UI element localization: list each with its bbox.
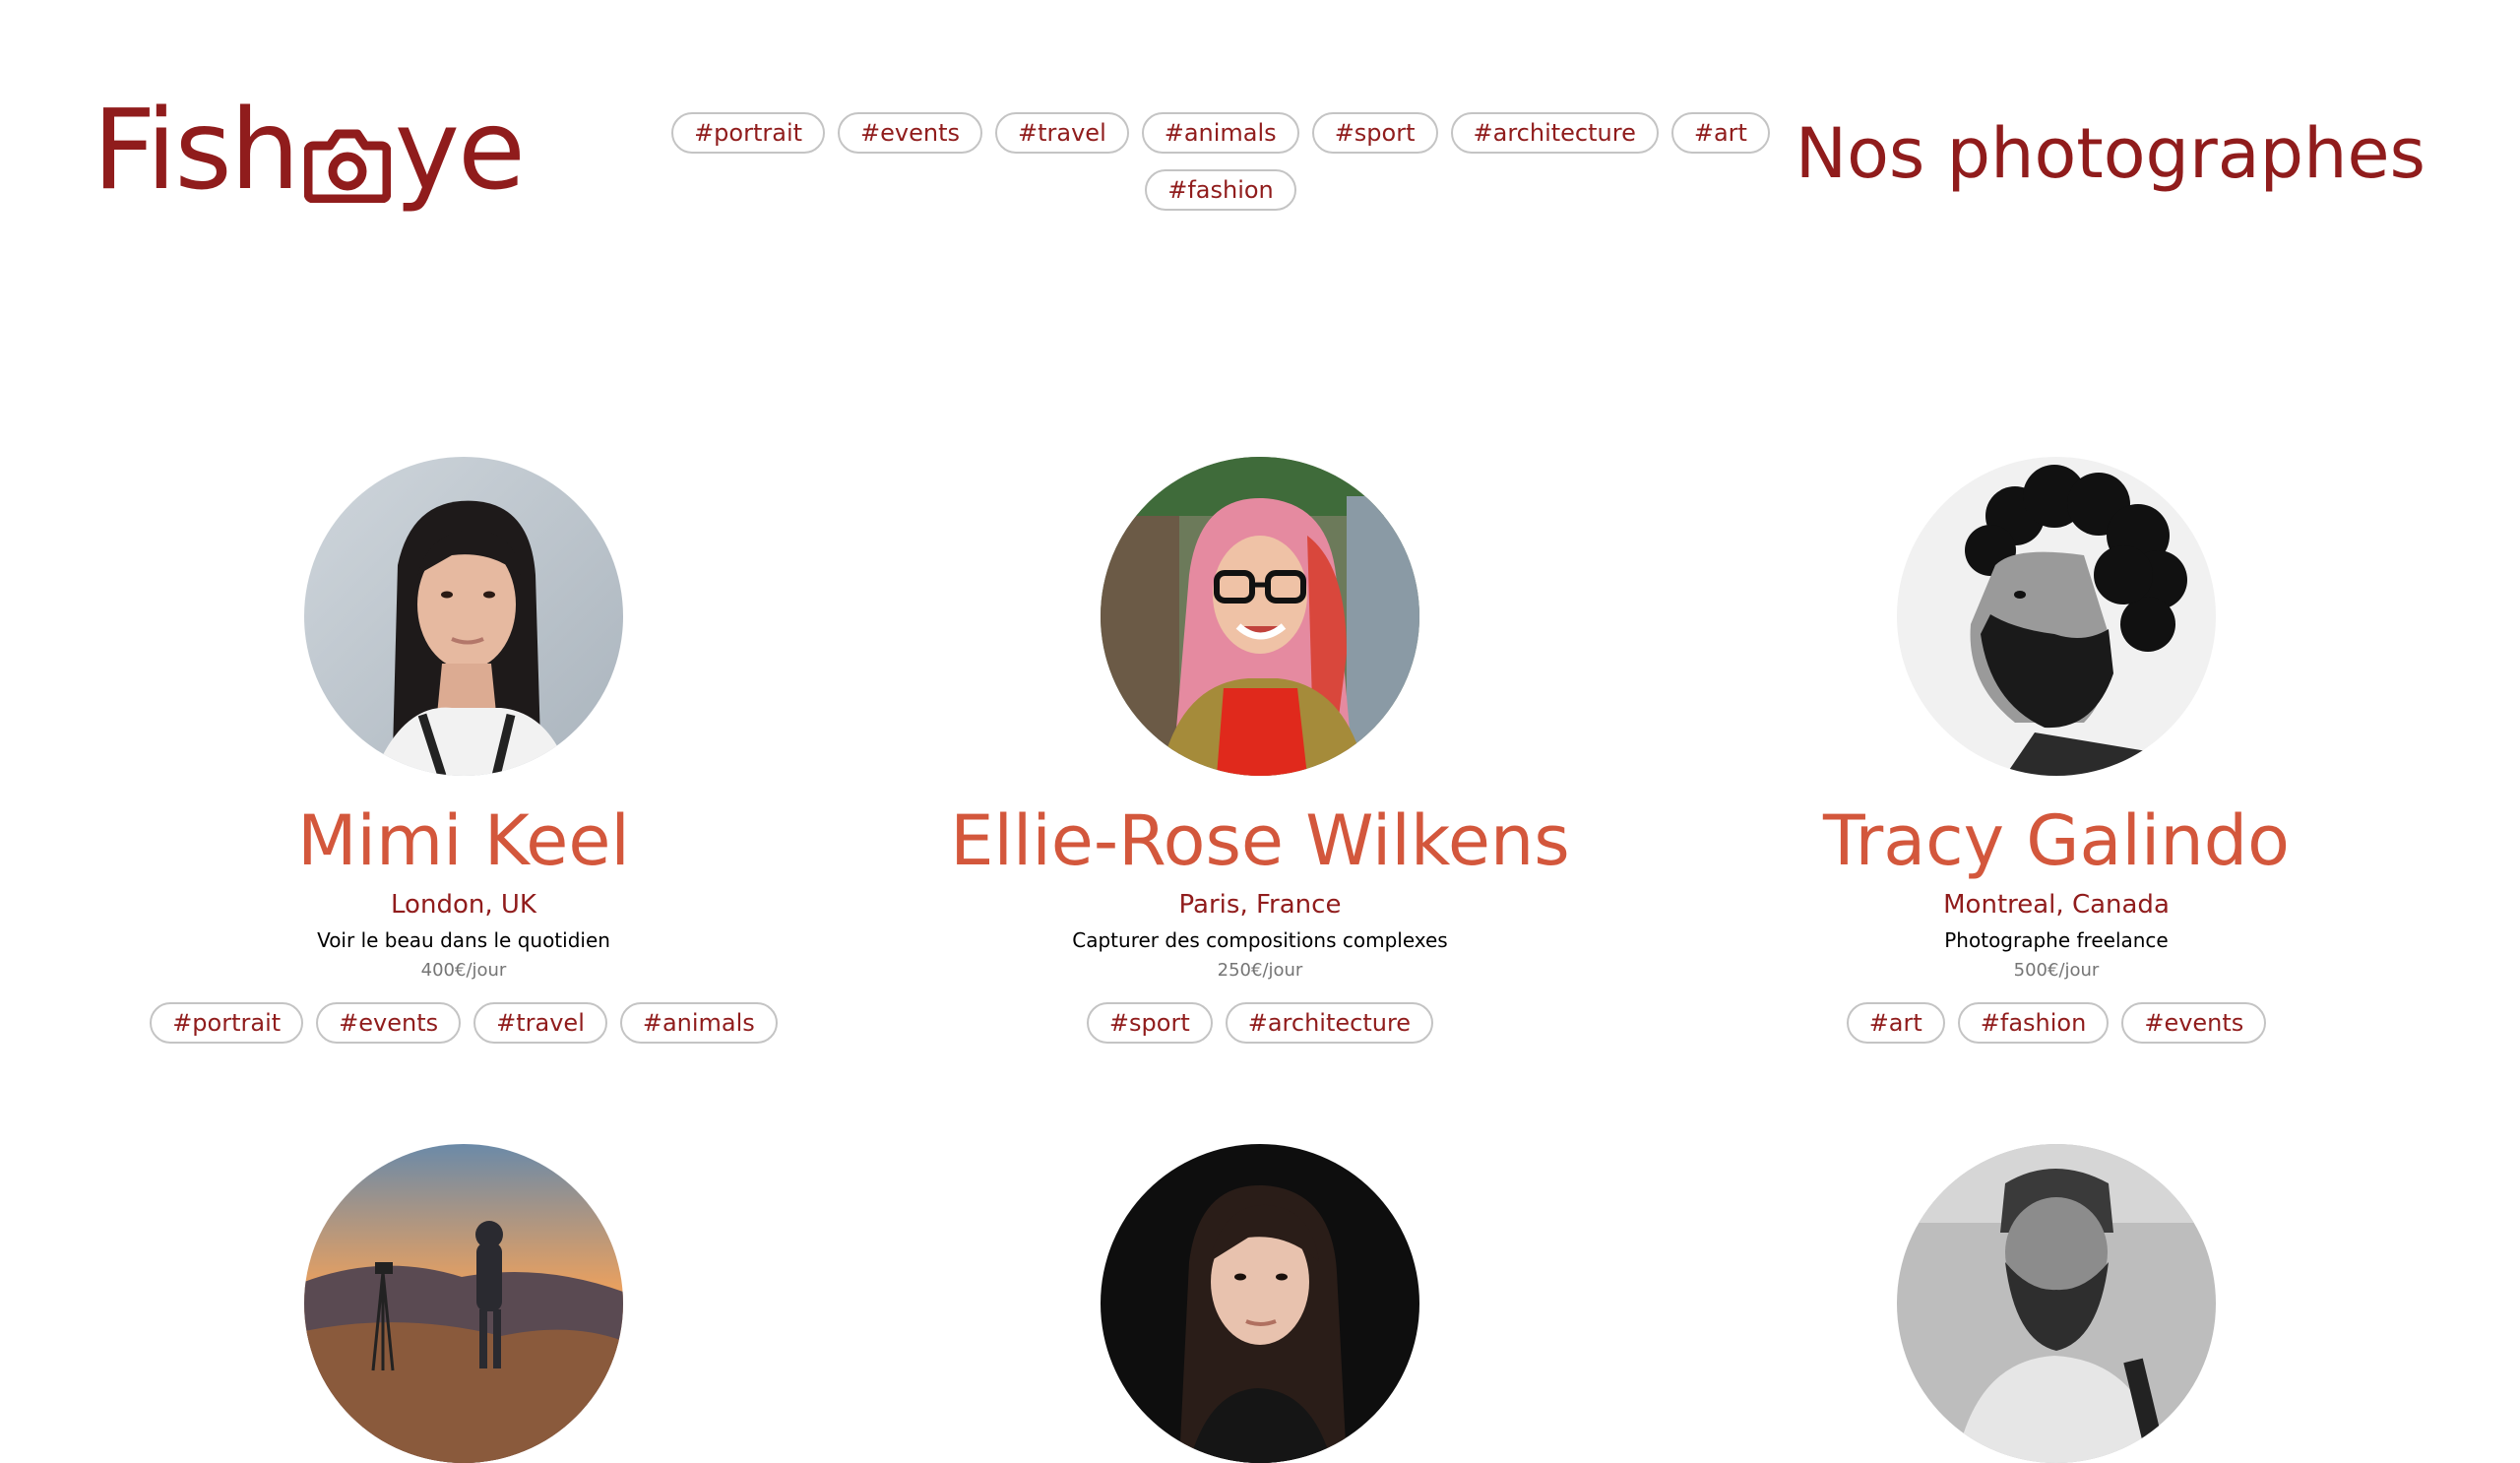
card-tag-events[interactable]: #events [2121,1002,2267,1045]
photographer-card: Ellie-Rose Wilkens Paris, France Capture… [856,457,1664,1045]
nav-tag-animals[interactable]: #animals [1141,112,1299,154]
photographer-portrait-mimi-keel[interactable] [304,457,623,776]
portrait-woman-dark-background-icon [1101,1144,1419,1463]
camera-icon [303,110,392,204]
portrait-woman-pink-hair-glasses-icon [1101,457,1419,776]
photographer-card [1653,1144,2460,1463]
photographer-tags: #art #fashion #events [1846,1002,2267,1045]
tag-filter-nav: #portrait #events #travel #animals #spor… [650,112,1792,211]
photographer-portrait-ellie-rose-wilkens[interactable] [1101,457,1419,776]
nav-tag-fashion[interactable]: #fashion [1145,169,1296,211]
photographer-location: Montreal, Canada [1943,889,2170,920]
nav-tag-travel[interactable]: #travel [995,112,1129,154]
photographer-price: 400€/jour [420,959,507,981]
photographer-portrait-4[interactable] [304,1144,623,1463]
portrait-man-curly-beard-icon [1897,457,2216,776]
photographer-card: Tracy Galindo Montreal, Canada Photograp… [1653,457,2460,1045]
photographer-name[interactable]: Tracy Galindo [1823,804,2290,878]
photographer-tagline: Photographe freelance [1944,927,2169,952]
nav-tag-portrait[interactable]: #portrait [671,112,826,154]
page-title: Nos photographes [1795,113,2426,194]
logo-text-suffix: ye [394,87,526,215]
nav-tag-architecture[interactable]: #architecture [1450,112,1659,154]
nav-tag-sport[interactable]: #sport [1311,112,1438,154]
card-tag-sport[interactable]: #sport [1086,1002,1213,1045]
photographer-price: 250€/jour [1217,959,1303,981]
photographer-tags: #portrait #events #travel #animals [150,1002,778,1045]
photographer-card [60,1144,867,1463]
photographer-location: Paris, France [1178,889,1342,920]
site-header: Fish ye #portrait #events #travel #anima… [0,0,2520,256]
photographer-card [856,1144,1664,1463]
photographer-portrait-tracy-galindo[interactable] [1897,457,2216,776]
card-tag-portrait[interactable]: #portrait [150,1002,304,1045]
nav-tag-art[interactable]: #art [1670,112,1770,154]
card-tag-art[interactable]: #art [1846,1002,1945,1045]
photographer-tagline: Capturer des compositions complexes [1072,927,1448,952]
logo-text-prefix: Fish [93,87,300,215]
portrait-landscape-sunset-photographer-icon [304,1144,623,1463]
card-tag-architecture[interactable]: #architecture [1225,1002,1434,1045]
photographer-portrait-5[interactable] [1101,1144,1419,1463]
photographer-tagline: Voir le beau dans le quotidien [317,927,610,952]
photographer-tags: #sport #architecture [1086,1002,1434,1045]
card-tag-travel[interactable]: #travel [473,1002,607,1045]
photographer-card: Mimi Keel London, UK Voir le beau dans l… [60,457,867,1045]
card-tag-animals[interactable]: #animals [619,1002,778,1045]
card-tag-events[interactable]: #events [316,1002,462,1045]
nav-tag-events[interactable]: #events [838,112,982,154]
fisheye-logo[interactable]: Fish ye [93,87,526,215]
photographer-name[interactable]: Mimi Keel [297,804,630,878]
card-tag-fashion[interactable]: #fashion [1957,1002,2110,1045]
portrait-man-beard-grayscale-icon [1897,1144,2216,1463]
photographer-name[interactable]: Ellie-Rose Wilkens [950,804,1570,878]
photographer-location: London, UK [391,889,536,920]
portrait-woman-dark-hair-icon [304,457,623,776]
photographer-portrait-6[interactable] [1897,1144,2216,1463]
photographer-price: 500€/jour [2013,959,2100,981]
